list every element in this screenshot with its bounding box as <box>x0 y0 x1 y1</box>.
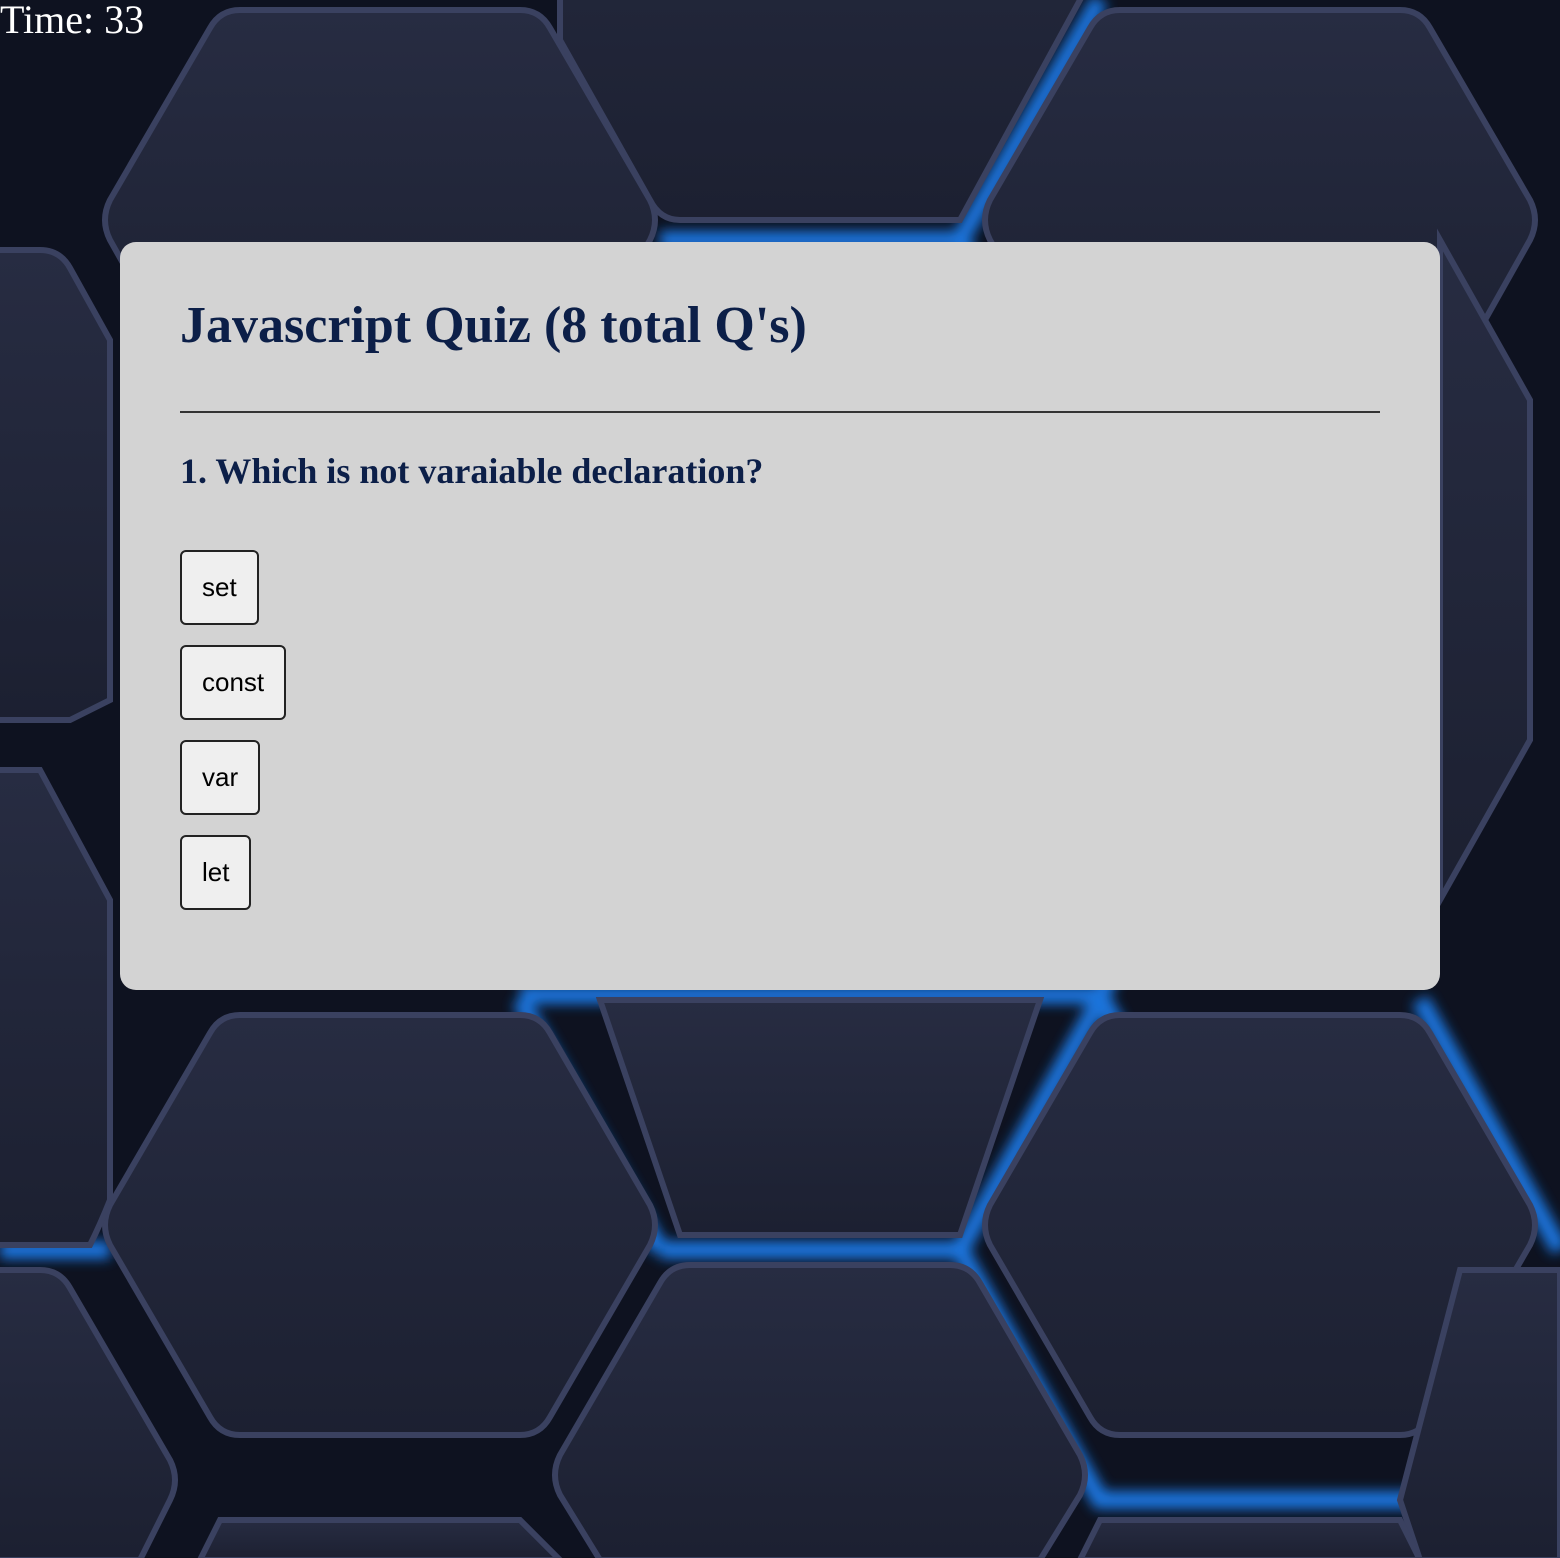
timer-label: Time: 33 <box>0 0 145 42</box>
quiz-title: Javascript Quiz (8 total Q's) <box>180 297 807 354</box>
answer-button-const[interactable]: const <box>180 645 287 720</box>
question-text: 1. Which is not varaiable declaration? <box>180 451 764 491</box>
timer-display: Time: 33 <box>0 0 144 40</box>
answer-button-var[interactable]: var <box>180 740 261 815</box>
answer-button-set[interactable]: set <box>180 550 259 625</box>
quiz-card: Javascript Quiz (8 total Q's) 1. Which i… <box>120 242 1440 990</box>
answer-list: set const var let <box>180 550 287 930</box>
title-divider <box>180 411 1380 413</box>
answer-button-let[interactable]: let <box>180 835 252 910</box>
